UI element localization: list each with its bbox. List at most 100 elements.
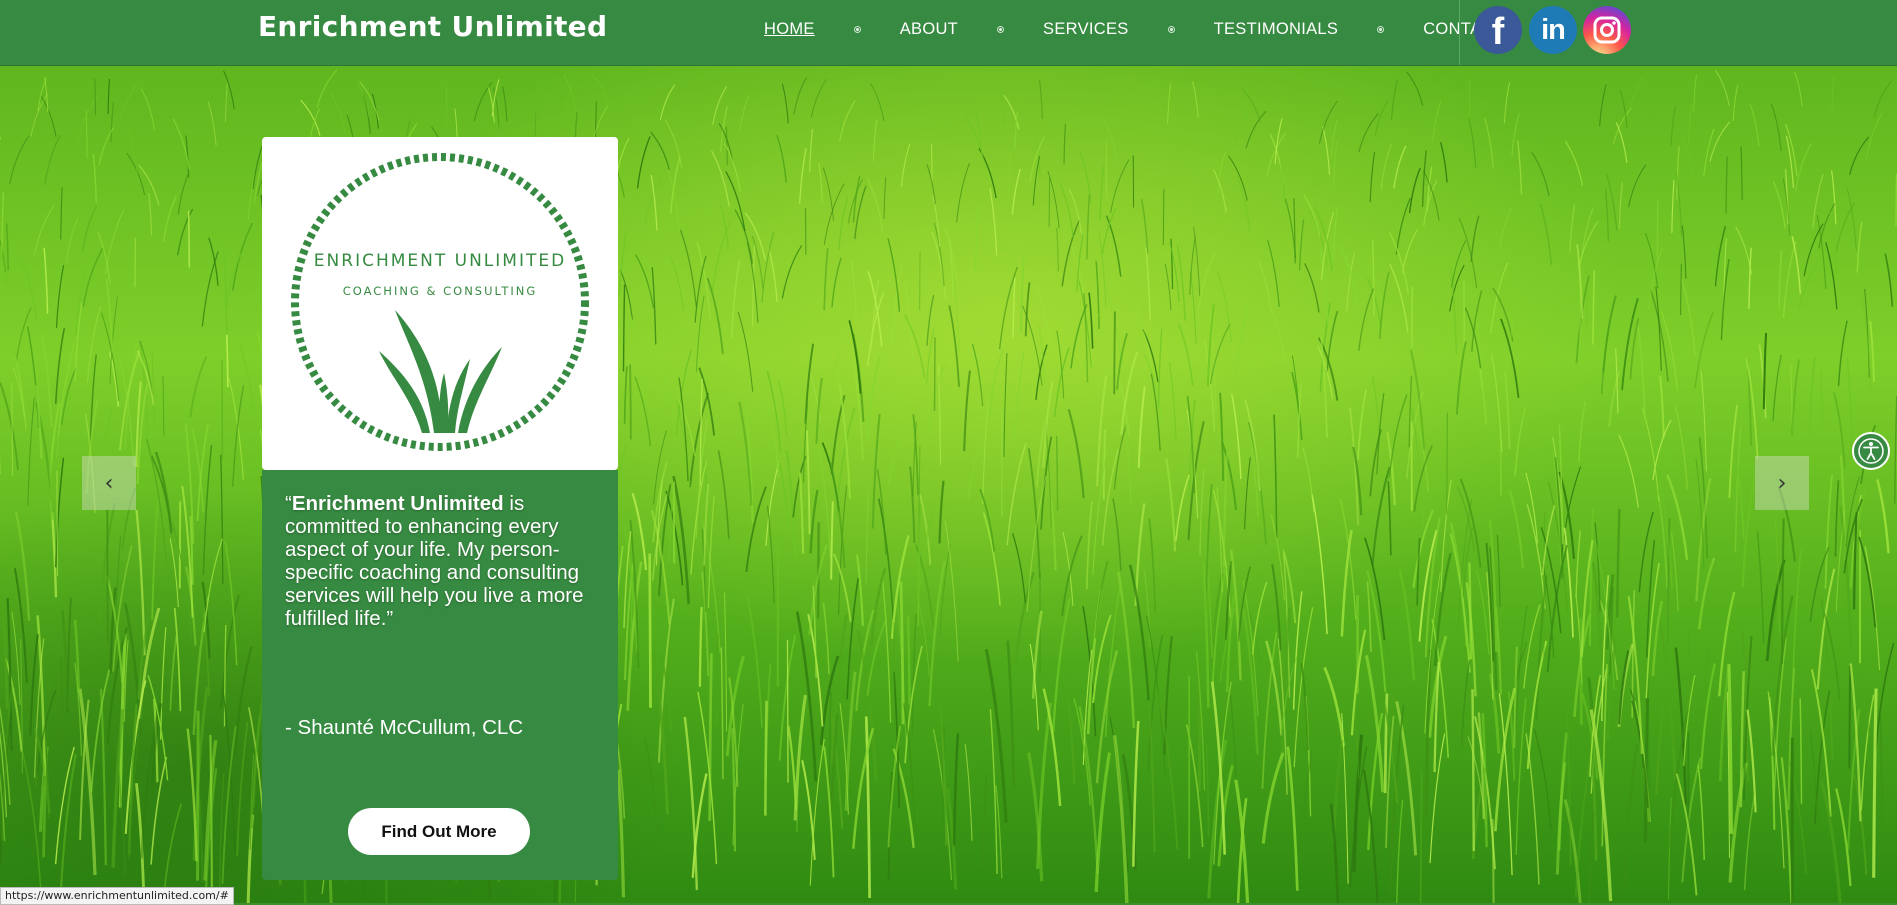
- grass-blade: [1406, 72, 1422, 106]
- grass-blade: [965, 744, 972, 840]
- find-out-more-button[interactable]: Find Out More: [348, 808, 530, 855]
- grass-blade: [867, 178, 883, 232]
- grass-blade: [330, 92, 345, 133]
- grass-blade: [1194, 227, 1200, 296]
- facebook-icon[interactable]: f: [1474, 6, 1522, 54]
- header-divider: [1459, 0, 1460, 65]
- grass-blade: [2, 192, 4, 254]
- grass-blade: [1288, 747, 1298, 891]
- grass-blade: [979, 148, 996, 198]
- grass-blade: [905, 315, 925, 377]
- grass-blade: [1729, 405, 1737, 498]
- grass-blade: [645, 738, 659, 858]
- grass-blade: [795, 695, 805, 820]
- grass-blade: [1433, 101, 1441, 142]
- grass-blade: [849, 320, 860, 393]
- grass-blade: [1796, 143, 1812, 191]
- grass-blade: [740, 96, 749, 131]
- slider-prev-button[interactable]: ‹: [82, 456, 136, 510]
- grass-blade: [221, 455, 223, 585]
- grass-blade: [1013, 278, 1015, 338]
- grass-blade: [769, 249, 777, 302]
- grass-blade: [726, 127, 727, 165]
- grass-blade: [208, 102, 216, 146]
- grass-blade: [28, 398, 35, 506]
- grass-blade: [745, 213, 765, 260]
- grass-blade: [93, 154, 96, 203]
- grass-blade: [1245, 400, 1260, 491]
- grass-blade: [1835, 480, 1838, 556]
- grass-blade: [954, 734, 958, 846]
- main-nav: HOME ABOUT SERVICES TESTIMONIALS CONTACT: [760, 0, 1508, 58]
- grass-blade: [1493, 288, 1513, 341]
- grass-blade: [57, 471, 58, 576]
- nav-services[interactable]: SERVICES: [1039, 20, 1133, 39]
- grass-blade: [224, 255, 226, 335]
- grass-blade: [1603, 296, 1616, 373]
- grass-blade: [1218, 152, 1226, 193]
- nav-testimonials[interactable]: TESTIMONIALS: [1210, 20, 1343, 39]
- linkedin-icon[interactable]: in: [1529, 6, 1577, 54]
- grass-blade: [1375, 100, 1388, 135]
- grass-blade: [1589, 812, 1593, 903]
- grass-blade: [927, 164, 935, 204]
- grass-blade: [1165, 264, 1171, 310]
- grass-blade: [149, 193, 152, 235]
- grass-blade: [1373, 240, 1374, 315]
- grass-blade: [762, 232, 774, 302]
- grass-blade: [1660, 376, 1664, 437]
- grass-blade: [1681, 264, 1682, 315]
- grass-blade: [1142, 199, 1148, 253]
- quote-author: - Shaunté McCullum, CLC: [285, 716, 523, 740]
- grass-blade: [717, 634, 718, 725]
- grass-blade: [1121, 352, 1137, 435]
- grass-blade: [1567, 698, 1571, 865]
- grass-blade: [868, 620, 887, 696]
- grass-blade: [1113, 499, 1121, 571]
- grass-blade: [630, 364, 631, 439]
- grass-blade: [1236, 298, 1250, 377]
- grass-blade: [106, 210, 124, 274]
- grass-blade: [1710, 122, 1730, 162]
- grass-blade: [1421, 770, 1422, 903]
- accessibility-button[interactable]: [1852, 432, 1890, 470]
- grass-blade: [1532, 152, 1549, 196]
- grass-blade: [1671, 106, 1676, 146]
- grass-blade: [1736, 227, 1752, 275]
- grass-blade: [1593, 270, 1594, 344]
- grass-blade: [12, 383, 13, 476]
- grass-blade: [1139, 386, 1145, 468]
- nav-home[interactable]: HOME: [760, 20, 819, 39]
- grass-blade: [1166, 458, 1175, 551]
- instagram-icon[interactable]: [1583, 6, 1631, 54]
- grass-blade: [1619, 435, 1638, 507]
- grass-blade: [1570, 204, 1575, 252]
- grass-blade: [748, 597, 763, 727]
- grass-blade: [1370, 152, 1374, 202]
- grass-blade: [1364, 770, 1378, 903]
- grass-blade: [1305, 263, 1319, 312]
- grass-blade: [1516, 699, 1526, 855]
- grass-blade: [1259, 262, 1272, 313]
- grass-blade: [1414, 446, 1432, 512]
- site-brand[interactable]: Enrichment Unlimited: [258, 10, 607, 43]
- grass-blade: [945, 521, 958, 662]
- grass-blade: [1333, 208, 1337, 260]
- grass-blade: [901, 144, 909, 187]
- grass-blade: [1689, 106, 1692, 147]
- grass-blade: [1342, 530, 1352, 636]
- grass-blade: [1053, 598, 1070, 733]
- grass-blade: [61, 187, 62, 239]
- grass-blade: [884, 177, 886, 219]
- grass-blade: [1783, 242, 1795, 318]
- grass-blade: [45, 135, 61, 185]
- grass-blade: [1294, 198, 1295, 263]
- grass-blade: [1452, 240, 1466, 287]
- grass-blade: [1779, 251, 1781, 309]
- grass-blade: [161, 627, 166, 740]
- grass-blade: [207, 210, 225, 261]
- slider-next-button[interactable]: ›: [1755, 456, 1809, 510]
- grass-blade: [1367, 581, 1370, 652]
- grass-blade: [1857, 222, 1862, 273]
- nav-about[interactable]: ABOUT: [896, 20, 962, 39]
